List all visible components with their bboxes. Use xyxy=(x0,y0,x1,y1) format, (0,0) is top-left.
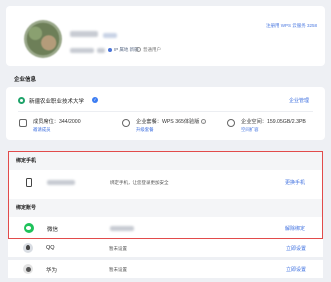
huawei-icon xyxy=(23,264,33,274)
user-tag-redacted xyxy=(103,33,117,38)
bind-settings-box: 绑定手机 绑定手机，让您登录更加安全 更换手机 绑定账号 微信 解除绑定 xyxy=(8,151,323,239)
info-icon[interactable]: i xyxy=(201,119,207,125)
qq-account-row: QQ 暂未设置 立即设置 xyxy=(8,239,323,257)
wechat-icon xyxy=(24,223,34,233)
bind-account-title: 绑定账号 xyxy=(9,199,322,217)
plan-icon xyxy=(122,119,130,127)
enterprise-card: 新疆农业职业技术大学 ✓ 企业管理 成员席位：344/2000 邀请成员 企业套… xyxy=(6,87,325,140)
user-type-icon xyxy=(136,47,141,53)
phone-icon xyxy=(26,178,32,187)
enterprise-section-title: 企业信息 xyxy=(14,77,37,83)
enterprise-manage-link[interactable]: 企业管理 xyxy=(289,97,309,104)
user-id-label: 注册用 WPS 云服务 3258 xyxy=(265,23,317,28)
unbind-wechat-link[interactable]: 解除绑定 xyxy=(285,225,305,232)
divider xyxy=(18,111,313,112)
setup-qq-link[interactable]: 立即设置 xyxy=(286,245,306,252)
cloud-icon xyxy=(227,119,235,127)
profile-card: IP 属地 新疆 普通用户 注册用 WPS 云服务 3258 xyxy=(6,6,325,66)
avatar[interactable] xyxy=(24,20,62,58)
wechat-label: 微信 xyxy=(47,227,59,233)
expand-storage-link[interactable]: 空间扩容 xyxy=(241,127,259,133)
enterprise-logo-icon xyxy=(18,97,25,104)
location-icon xyxy=(108,47,112,52)
account-settings-page: IP 属地 新疆 普通用户 注册用 WPS 云服务 3258 企业信息 新疆农业… xyxy=(0,0,331,282)
plan-text: 企业套餐：WPS 365体验版 i xyxy=(136,118,207,125)
phone-number-redacted xyxy=(47,180,75,185)
change-phone-link[interactable]: 更换手机 xyxy=(285,179,305,186)
upgrade-plan-link[interactable]: 升级套餐 xyxy=(136,127,154,133)
extra-info-redacted xyxy=(97,48,105,53)
ip-location: IP 属地 新疆 xyxy=(108,47,139,53)
invite-members-link[interactable]: 邀请成员 xyxy=(33,127,51,133)
username-redacted xyxy=(70,31,98,37)
qq-icon xyxy=(23,243,33,253)
account-id-redacted xyxy=(70,48,94,53)
setup-huawei-link[interactable]: 立即设置 xyxy=(286,266,306,273)
bind-phone-title: 绑定手机 xyxy=(9,152,322,170)
enterprise-name: 新疆农业职业技术大学 xyxy=(29,99,85,105)
user-type: 普通用户 xyxy=(136,47,161,53)
phone-tip: 绑定手机，让您登录更加安全 xyxy=(110,180,169,185)
wechat-account-redacted xyxy=(110,226,134,231)
huawei-account-row: 华为 暂未设置 立即设置 xyxy=(8,260,323,278)
members-icon xyxy=(19,119,27,127)
verified-icon: ✓ xyxy=(92,97,98,103)
